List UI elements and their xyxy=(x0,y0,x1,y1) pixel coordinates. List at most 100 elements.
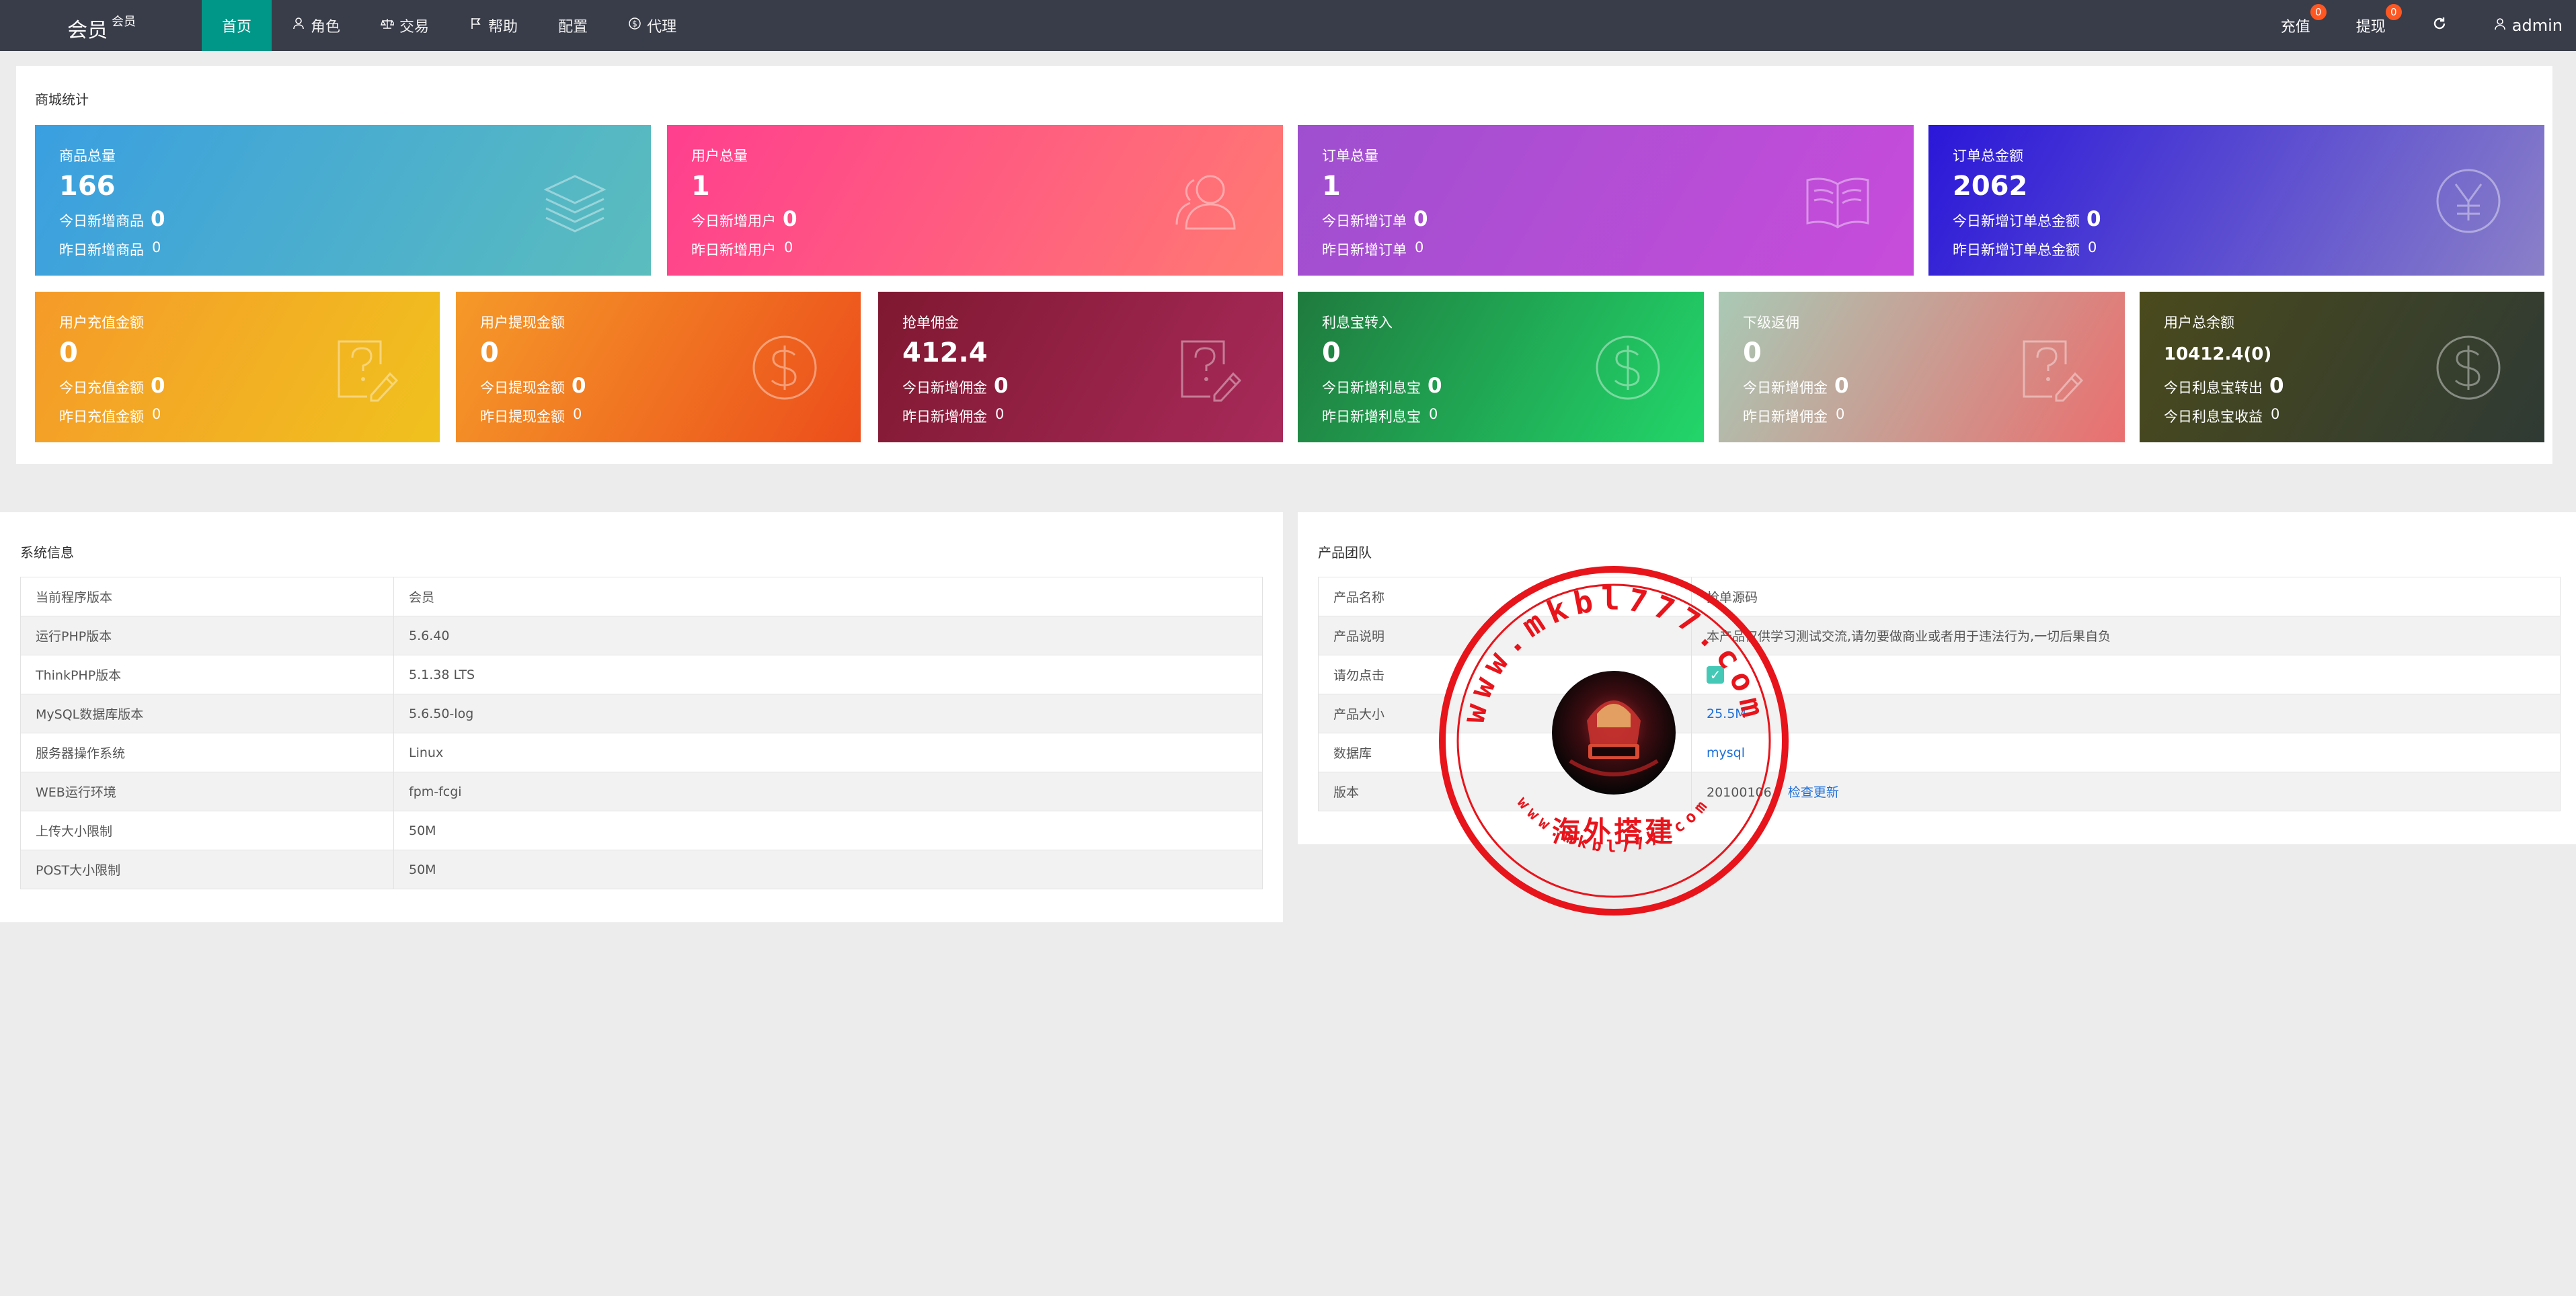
stat-card-yesterday: 昨日新增订单总金额 0 xyxy=(1953,239,2097,259)
stat-card: 利息宝转入 0 今日新增利息宝 0 昨日新增利息宝 0 xyxy=(1298,292,1704,442)
stat-card-today: 今日新增利息宝 0 xyxy=(1322,374,1442,398)
brand-subtitle: 会员 xyxy=(112,15,136,29)
stat-card-yesterday-value: 0 xyxy=(152,239,161,255)
stat-card-value: 10412.4(0) xyxy=(2164,344,2272,364)
stat-card-yesterday: 昨日充值金额 0 xyxy=(59,406,161,426)
table-row: MySQL数据库版本 5.6.50-log xyxy=(20,694,1263,733)
table-row: POST大小限制 50M xyxy=(20,850,1263,889)
stat-card-yesterday-value: 0 xyxy=(1415,239,1424,255)
stat-card-yesterday-label: 昨日新增用户 xyxy=(691,242,776,258)
stat-card: 订单总金额 2062 今日新增订单总金额 0 昨日新增订单总金额 0 xyxy=(1928,125,2544,276)
nav-item-label: 帮助 xyxy=(488,19,518,36)
refresh-button[interactable] xyxy=(2409,0,2470,51)
stamp-logo-icon xyxy=(1552,671,1676,795)
stat-card-yesterday: 昨日新增商品 0 xyxy=(59,239,161,259)
row-value: 抢单源码 xyxy=(1691,577,2561,616)
nav-item-agent[interactable]: $ 代理 xyxy=(608,0,697,51)
stat-card-today: 今日新增佣金 0 xyxy=(1743,374,1849,398)
dollar-circle-icon xyxy=(1591,331,1665,405)
question-edit-icon xyxy=(327,331,401,405)
stat-card-today-label: 今日新增商品 xyxy=(59,213,144,229)
stat-card-today-label: 今日充值金额 xyxy=(59,380,144,396)
stat-card-yesterday-label: 昨日新增利息宝 xyxy=(1322,409,1421,425)
stat-card-yesterday-label: 昨日新增佣金 xyxy=(1743,409,1828,425)
stat-card-title: 订单总金额 xyxy=(1953,148,2023,164)
stat-card: 用户总量 1 今日新增用户 0 昨日新增用户 0 xyxy=(667,125,1283,276)
stat-card-today-label: 今日提现金额 xyxy=(480,380,565,396)
row-value: 50M xyxy=(393,811,1263,850)
scale-icon xyxy=(381,17,396,34)
stat-card-today-label: 今日新增利息宝 xyxy=(1322,380,1421,396)
stat-card-yesterday-label: 昨日新增订单 xyxy=(1322,242,1407,258)
system-info-table: 当前程序版本 会员 运行PHP版本 5.6.40 ThinkPHP版本 5.1.38 LT… xyxy=(20,577,1263,889)
stat-card-yesterday-value: 0 xyxy=(573,406,582,422)
main-menu: 首页 角色 交易 帮助 配置 $ 代理 xyxy=(202,0,697,51)
username: admin xyxy=(2511,16,2563,35)
withdraw-label: 提现 xyxy=(2355,19,2386,36)
nav-item-help[interactable]: 帮助 xyxy=(449,0,538,51)
question-edit-icon xyxy=(1170,331,1244,405)
stat-card-value: 0 xyxy=(1743,337,1762,368)
stat-card-title: 用户充值金额 xyxy=(59,315,144,331)
nav-item-config[interactable]: 配置 xyxy=(538,0,608,51)
stat-card-yesterday-value: 0 xyxy=(995,406,1005,422)
dollar-circle-icon: $ xyxy=(628,17,641,34)
stat-card-today-label: 今日新增用户 xyxy=(691,213,776,229)
row-value: fpm-fcgi xyxy=(393,772,1263,811)
stat-card-yesterday-value: 0 xyxy=(2088,239,2097,255)
stat-card: 用户提现金额 0 今日提现金额 0 昨日提现金额 0 xyxy=(456,292,861,442)
stat-card-today: 今日新增用户 0 xyxy=(691,207,797,231)
row-value: 本产品仅供学习测试交流,请勿要做商业或者用于违法行为,一切后果自负 xyxy=(1691,616,2561,655)
stat-card-yesterday-label: 昨日提现金额 xyxy=(480,409,565,425)
stat-card-today-label: 今日新增佣金 xyxy=(1743,380,1828,396)
stat-card: 订单总量 1 今日新增订单 0 昨日新增订单 0 xyxy=(1298,125,1914,276)
recharge-badge: 0 xyxy=(2310,4,2327,20)
brand-logo[interactable]: 会员 会员 xyxy=(67,13,136,43)
stat-card-yesterday: 今日利息宝收益 0 xyxy=(2164,406,2279,426)
row-value: 5.1.38 LTS xyxy=(393,655,1263,694)
row-label: 运行PHP版本 xyxy=(20,616,394,655)
row-label: 当前程序版本 xyxy=(20,577,394,616)
system-info-title: 系统信息 xyxy=(20,544,74,561)
stat-card-today: 今日提现金额 0 xyxy=(480,374,586,398)
stat-card-yesterday-value: 0 xyxy=(152,406,161,422)
user-menu[interactable]: admin xyxy=(2470,0,2576,51)
stat-card-today-value: 0 xyxy=(572,374,586,398)
stat-card-yesterday-value: 0 xyxy=(784,239,793,255)
table-row: ThinkPHP版本 5.1.38 LTS xyxy=(20,655,1263,694)
stat-card-title: 订单总量 xyxy=(1322,148,1378,164)
nav-item-role[interactable]: 角色 xyxy=(272,0,360,51)
recharge-button[interactable]: 充值 0 xyxy=(2258,0,2333,51)
table-row: 上传大小限制 50M xyxy=(20,811,1263,850)
stat-card-today: 今日新增订单 0 xyxy=(1322,207,1428,231)
stat-card-today: 今日新增佣金 0 xyxy=(902,374,1009,398)
stat-card-title: 下级返佣 xyxy=(1743,315,1799,331)
nav-item-label: 代理 xyxy=(647,19,677,36)
watermark-stamp: www.mkbl777.com www.mkbl777.com 海外搭建 xyxy=(1439,566,1789,916)
stat-card-today-value: 0 xyxy=(2086,207,2101,231)
row-value: 5.6.50-log xyxy=(393,694,1263,733)
stat-card: 商品总量 166 今日新增商品 0 昨日新增商品 0 xyxy=(35,125,651,276)
table-row: WEB运行环境 fpm-fcgi xyxy=(20,772,1263,811)
nav-item-trade[interactable]: 交易 xyxy=(360,0,449,51)
check-update-link[interactable]: 检查更新 xyxy=(1788,785,1839,800)
row-label: ThinkPHP版本 xyxy=(20,655,394,694)
withdraw-button[interactable]: 提现 0 xyxy=(2333,0,2409,51)
stat-card-title: 用户提现金额 xyxy=(480,315,565,331)
top-navbar: 会员 会员 首页 角色 交易 帮助 配置 $ 代理 充值 0 提现 0 admi… xyxy=(0,0,2576,51)
user-icon xyxy=(2493,16,2507,35)
stat-card-today-value: 0 xyxy=(1428,374,1442,398)
stat-card-value: 0 xyxy=(1322,337,1341,368)
stat-card-title: 用户总余额 xyxy=(2164,315,2234,331)
stat-card-yesterday-label: 昨日新增商品 xyxy=(59,242,144,258)
nav-item-home[interactable]: 首页 xyxy=(202,0,272,51)
stat-card-today-value: 0 xyxy=(994,374,1009,398)
svg-text:$: $ xyxy=(632,19,637,29)
stat-card-today-value: 0 xyxy=(783,207,797,231)
nav-item-label: 首页 xyxy=(222,19,252,36)
stat-card-yesterday: 昨日新增利息宝 0 xyxy=(1322,406,1438,426)
stat-card-value: 0 xyxy=(59,337,78,368)
row-label: 服务器操作系统 xyxy=(20,733,394,772)
stat-card-yesterday-value: 0 xyxy=(1836,406,1845,422)
nav-item-label: 交易 xyxy=(399,19,430,36)
